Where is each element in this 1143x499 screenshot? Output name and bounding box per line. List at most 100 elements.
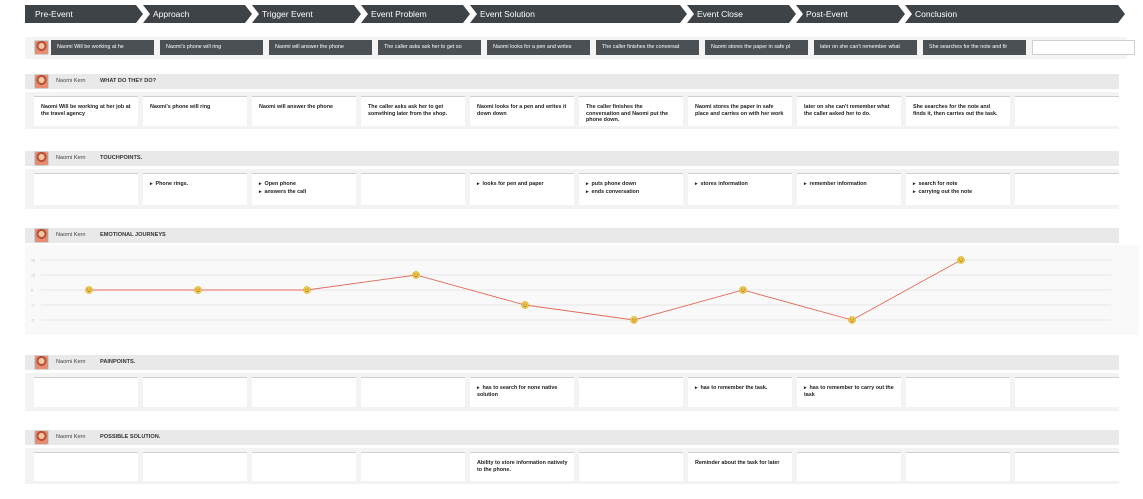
emotion-point-smiley-icon[interactable] <box>85 286 93 294</box>
doing-card[interactable]: Naomi stores the paper in safe place and… <box>688 96 792 126</box>
persona-name: Naomi Kern <box>56 359 86 365</box>
section-header-solutions[interactable]: Naomi Kern POSSIBLE SOLUTION. <box>25 430 1119 445</box>
solutions-card[interactable] <box>579 452 683 481</box>
doing-card[interactable] <box>1015 96 1119 126</box>
avatar <box>34 74 49 89</box>
touchpoints-bullet: carrying out the note <box>913 189 1004 196</box>
doing-text: Naomi will answer the phone <box>259 104 333 110</box>
section-header-touchpoints[interactable]: Naomi Kern TOUCHPOINTS. <box>25 151 1119 166</box>
avatar <box>34 355 49 370</box>
solutions-card[interactable] <box>1015 452 1119 481</box>
emotion-point-smiley-icon[interactable] <box>521 301 529 309</box>
emotion-point-smiley-icon[interactable] <box>848 316 856 324</box>
section-header-doing[interactable]: Naomi Kern WHAT DO THEY DO? <box>25 74 1119 89</box>
solutions-card[interactable] <box>361 452 465 481</box>
painpoints-bullet: has to remember to carry out the task <box>804 385 895 398</box>
phase-event-solution[interactable]: Event Solution <box>470 5 687 23</box>
avatar <box>34 430 49 445</box>
emotion-point-smiley-icon[interactable] <box>412 271 420 279</box>
solutions-card[interactable] <box>34 452 138 481</box>
painpoints-row: has to search for none native solution ha… <box>25 373 1119 411</box>
emotion-point-smiley-icon[interactable] <box>303 286 311 294</box>
phase-post-event[interactable]: Post-Event <box>796 5 905 23</box>
summary-cell[interactable]: later on she can't remember what <box>814 40 917 55</box>
section-title: EMOTIONAL JOURNEYS <box>100 232 166 238</box>
phase-event-close[interactable]: Event Close <box>687 5 796 23</box>
painpoints-card[interactable]: has to remember the task. <box>688 377 792 407</box>
summary-cell[interactable]: Naomi stores the paper in safe pl <box>705 40 808 55</box>
summary-cell[interactable]: She searches for the note and fir <box>923 40 1026 55</box>
solutions-card[interactable] <box>906 452 1010 481</box>
touchpoints-bullet: Open phone <box>259 181 350 188</box>
painpoints-card[interactable] <box>1015 377 1119 407</box>
avatar <box>34 151 49 166</box>
doing-card[interactable]: Naomi looks for a pen and writes it down… <box>470 96 574 126</box>
touchpoints-bullet: looks for pen and paper <box>477 181 568 188</box>
summary-cell[interactable] <box>1032 40 1135 55</box>
doing-card[interactable]: later on she can't remember what the cal… <box>797 96 901 126</box>
emotion-point-smiley-icon[interactable] <box>739 286 747 294</box>
solutions-card[interactable] <box>797 452 901 481</box>
touchpoints-card[interactable]: remember information <box>797 173 901 205</box>
doing-card[interactable]: Naomi Will be working at her job at the … <box>34 96 138 126</box>
emotion-point-smiley-icon[interactable] <box>194 286 202 294</box>
summary-cell[interactable]: Naomi Will be working at he <box>51 40 154 55</box>
touchpoints-card[interactable]: puts phone downends conversation <box>579 173 683 205</box>
doing-card[interactable]: The caller finishes the conversation and… <box>579 96 683 126</box>
emotion-point-smiley-icon[interactable] <box>630 316 638 324</box>
solutions-card[interactable] <box>143 452 247 481</box>
painpoints-card[interactable] <box>143 377 247 407</box>
doing-text: She searches for the note and finds it, … <box>913 104 998 117</box>
touchpoints-card[interactable]: stores information <box>688 173 792 205</box>
summary-row: Naomi Will be working at he Naomi's phone… <box>25 37 1135 59</box>
phase-approach[interactable]: Approach <box>143 5 252 23</box>
doing-text: The caller finishes the conversation and… <box>586 104 669 124</box>
y-tick-label: +2 <box>31 259 35 263</box>
section-header-painpoints[interactable]: Naomi Kern PAINPOINTS. <box>25 355 1119 370</box>
emotion-point-smiley-icon[interactable] <box>957 256 965 264</box>
touchpoints-card[interactable] <box>34 173 138 205</box>
doing-card[interactable]: The caller asks ask her to get something… <box>361 96 465 126</box>
phase-trigger-event[interactable]: Trigger Event <box>252 5 361 23</box>
solutions-text: Ability to store information natively to… <box>477 460 568 473</box>
summary-cell[interactable]: Naomi looks for a pen and writes <box>487 40 590 55</box>
doing-text: Naomi Will be working at her job at the … <box>41 104 131 117</box>
persona-name: Naomi Kern <box>56 78 86 84</box>
solutions-card[interactable]: Ability to store information natively to… <box>470 452 574 481</box>
doing-card[interactable]: Naomi will answer the phone <box>252 96 356 126</box>
phase-conclusion[interactable]: Conclusion <box>905 5 1125 23</box>
summary-cell[interactable]: Naomi's phone will ring <box>160 40 263 55</box>
summary-cell[interactable]: Naomi will answer the phone <box>269 40 372 55</box>
emotion-chart-area: +2 +1 0 -1 -2 <box>25 245 1139 335</box>
summary-cell[interactable]: The caller finishes the conversat <box>596 40 699 55</box>
painpoints-card[interactable] <box>906 377 1010 407</box>
touchpoints-card[interactable] <box>361 173 465 205</box>
touchpoints-bullet: Phone rings. <box>150 181 241 188</box>
phase-event-problem[interactable]: Event Problem <box>361 5 470 23</box>
solutions-card[interactable] <box>252 452 356 481</box>
painpoints-card[interactable] <box>252 377 356 407</box>
phase-pre-event[interactable]: Pre-Event <box>25 5 143 23</box>
touchpoints-card[interactable]: looks for pen and paper <box>470 173 574 205</box>
doing-card[interactable]: Naomi's phone will ring <box>143 96 247 126</box>
painpoints-card[interactable] <box>579 377 683 407</box>
solutions-card[interactable]: Reminder about the task for later <box>688 452 792 481</box>
phase-header: Pre-Event Approach Trigger Event Event Prob… <box>25 5 1125 23</box>
summary-cell[interactable]: The caller asks ask her to get so <box>378 40 481 55</box>
doing-text: Naomi stores the paper in safe place and… <box>695 104 784 117</box>
touchpoints-card[interactable]: Phone rings. <box>143 173 247 205</box>
section-title: POSSIBLE SOLUTION. <box>100 434 161 440</box>
doing-text: Naomi looks for a pen and writes it down… <box>477 104 567 117</box>
touchpoints-card[interactable]: search for notecarrying out the note <box>906 173 1010 205</box>
touchpoints-card[interactable]: Open phoneanswers the call <box>252 173 356 205</box>
painpoints-card[interactable] <box>34 377 138 407</box>
touchpoints-card[interactable] <box>1015 173 1119 205</box>
painpoints-card[interactable]: has to remember to carry out the task <box>797 377 901 407</box>
painpoints-card[interactable] <box>361 377 465 407</box>
doing-card[interactable]: She searches for the note and finds it, … <box>906 96 1010 126</box>
section-header-emotions[interactable]: Naomi Kern EMOTIONAL JOURNEYS <box>25 228 1119 243</box>
doing-text: Naomi's phone will ring <box>150 104 211 110</box>
y-tick-label: -2 <box>31 319 34 323</box>
painpoints-card[interactable]: has to search for none native solution <box>470 377 574 407</box>
painpoints-bullet: has to search for none native solution <box>477 385 568 398</box>
